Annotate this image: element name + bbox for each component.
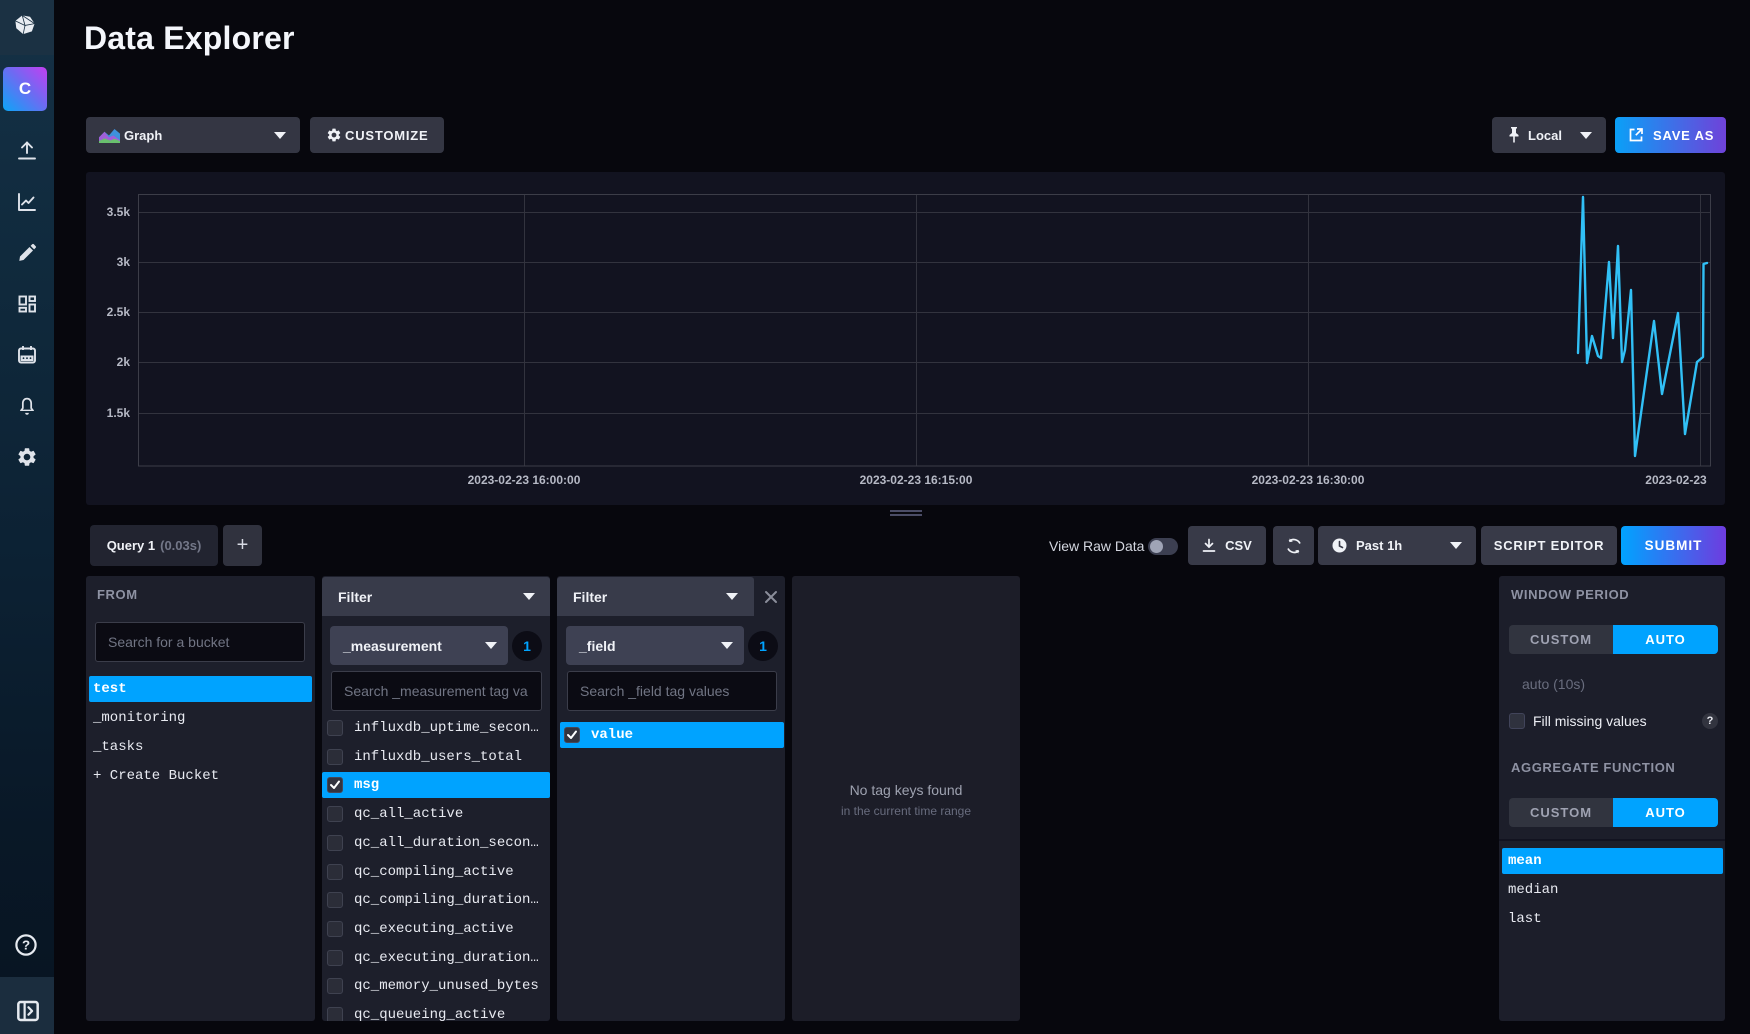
svg-text:3.5k: 3.5k <box>107 205 131 219</box>
svg-text:2023-02-23 16:15:00: 2023-02-23 16:15:00 <box>860 473 973 487</box>
svg-text:2023-02-23: 2023-02-23 <box>1645 473 1707 487</box>
svg-text:1.5k: 1.5k <box>107 406 131 420</box>
svg-text:?: ? <box>22 938 30 953</box>
svg-text:2.5k: 2.5k <box>107 305 131 319</box>
svg-text:3k: 3k <box>117 255 131 269</box>
svg-text:2023-02-23 16:30:00: 2023-02-23 16:30:00 <box>1252 473 1365 487</box>
svg-text:2023-02-23 16:00:00: 2023-02-23 16:00:00 <box>468 473 581 487</box>
svg-text:2k: 2k <box>117 355 131 369</box>
